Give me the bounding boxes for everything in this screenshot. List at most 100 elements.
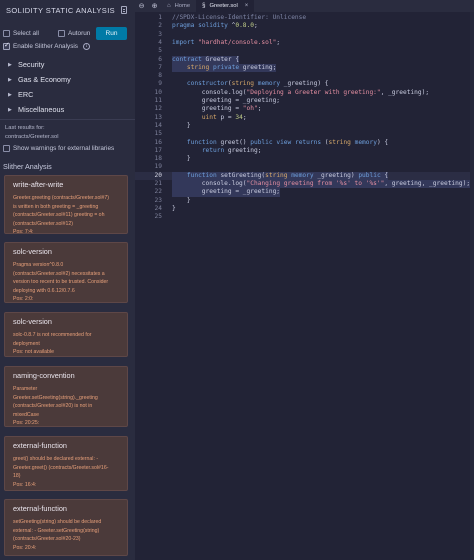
enable-slither-checkbox[interactable] <box>3 41 10 50</box>
code-line[interactable]: 8 <box>135 72 474 80</box>
code-line[interactable]: 25 <box>135 213 474 221</box>
code-line[interactable]: 4 import "hardhat/console.sol"; <box>135 39 474 47</box>
warning-line: setGreeting(string) should be declared <box>13 519 102 525</box>
code-line[interactable]: 12 greeting = "oh"; <box>135 105 474 113</box>
code-text: function setGreeting(string memory _gree… <box>172 171 389 180</box>
line-number: 12 <box>154 105 162 113</box>
code-line[interactable]: 24} <box>135 205 474 213</box>
file-icon: § <box>202 3 206 9</box>
warning-card[interactable]: external-function greet() should be decl… <box>4 436 128 491</box>
warning-card[interactable]: solc-version solc-0.8.7 is not recommend… <box>4 312 128 357</box>
show-warnings-label: Show warnings for external libraries <box>13 145 115 152</box>
code-text: constructor(string memory _greeting) { <box>186 80 329 88</box>
code-text: greeting = "oh"; <box>172 105 262 113</box>
caret-right-icon: ▶ <box>8 91 12 98</box>
code-line[interactable]: 10 console.log("Deploying a Greeter with… <box>135 89 474 97</box>
code-line[interactable]: 20 function setGreeting(string memory _g… <box>135 171 474 180</box>
run-button[interactable]: Run <box>96 27 127 40</box>
code-text: function greet() public view returns (st… <box>186 138 389 146</box>
code-line[interactable]: 14 } <box>135 122 474 130</box>
code-line[interactable]: 9 constructor(string memory _greeting) { <box>135 80 474 88</box>
info-icon[interactable]: i <box>83 43 91 50</box>
line-number: 6 <box>158 55 162 63</box>
warning-line: solc-0.8.7 is not recommended for <box>13 332 92 338</box>
code-line[interactable]: 1 //SPDX-License-Identifier: Unlicense <box>135 14 474 22</box>
warning-line: (contracts/Greeter.sol#20) is not in <box>13 403 93 410</box>
documentation-icon[interactable] <box>121 6 127 14</box>
code-line[interactable]: 18 } <box>135 155 474 163</box>
zoom-out-icon[interactable]: ⊖ <box>135 0 148 12</box>
caret-right-icon: ▶ <box>8 106 12 113</box>
caret-right-icon: ▶ <box>8 76 12 83</box>
code-text: uint p = 34; <box>201 113 247 121</box>
home-icon: ⌂ <box>167 3 171 9</box>
tab-greeter-sol[interactable]: § Greeter.sol × <box>196 0 255 12</box>
code-line[interactable]: 6 contract Greeter { <box>135 55 474 64</box>
category-miscellaneous[interactable]: ▶ Miscellaneous <box>8 102 71 117</box>
code-text: greeting = _greeting; <box>172 188 281 197</box>
enable-slither-row: Enable Slither Analysis i <box>3 41 91 50</box>
code-line[interactable]: 2 pragma solidity ^0.8.0; <box>135 22 474 30</box>
autorun-checkbox[interactable] <box>57 30 65 37</box>
warning-card[interactable]: solc-version Pragma version^0.8.0 (contr… <box>4 242 128 303</box>
code-text: //SPDX-License-Identifier: Unlicense <box>172 14 307 21</box>
category-label: Gas & Economy <box>18 75 71 84</box>
zoom-in-icon[interactable]: ⊕ <box>148 0 161 12</box>
caret-right-icon: ▶ <box>8 61 12 68</box>
code-line[interactable]: 13 uint p = 34; <box>135 114 474 122</box>
category-security[interactable]: ▶ Security <box>8 57 71 72</box>
slither-analysis-title: Slither Analysis <box>3 162 52 171</box>
line-number: 3 <box>158 30 162 38</box>
line-number: 25 <box>154 213 162 221</box>
line-number: 15 <box>154 130 162 138</box>
line-number: 19 <box>154 163 162 171</box>
code-line[interactable]: 5 <box>135 47 474 55</box>
warning-line: version too recent to be trusted. Consid… <box>13 279 109 286</box>
warning-body: setGreeting(string) should be declared e… <box>13 518 119 552</box>
warning-body: Parameter Greeter.setGreeting(string)._g… <box>13 385 119 428</box>
line-number: 16 <box>154 138 162 146</box>
line-number: 22 <box>154 188 162 196</box>
warning-card[interactable]: naming-convention Parameter Greeter.setG… <box>4 366 128 427</box>
last-results-file: contracts/Greeter.sol <box>5 134 59 140</box>
scrollbar[interactable] <box>470 12 474 560</box>
warning-line: Parameter <box>13 386 38 392</box>
category-gas-economy[interactable]: ▶ Gas & Economy <box>8 72 71 87</box>
warning-line: deployment <box>13 340 40 347</box>
close-icon[interactable]: × <box>245 3 249 9</box>
code-line[interactable]: 11 greeting = _greeting; <box>135 97 474 105</box>
select-all-checkbox[interactable] <box>3 30 10 37</box>
code-line[interactable]: 19 <box>135 163 474 171</box>
code-text: greeting = _greeting; <box>172 97 281 104</box>
line-number: 17 <box>154 146 162 154</box>
line-number: 14 <box>154 121 162 129</box>
category-erc[interactable]: ▶ ERC <box>8 87 71 102</box>
warning-line: (contracts/Greeter.sol#2) necessitates a <box>13 270 105 277</box>
select-all-label: Select all <box>13 30 39 37</box>
code-line[interactable]: 23 } <box>135 197 474 205</box>
warning-line: Greeter.greeting (contracts/Greeter.sol#… <box>13 195 110 201</box>
warning-card[interactable]: external-function setGreeting(string) sh… <box>4 499 128 556</box>
line-number: 23 <box>154 196 162 204</box>
show-warnings-checkbox[interactable] <box>3 145 10 152</box>
warning-line: Pos: 20:25: <box>13 420 40 427</box>
code-line[interactable]: 15 <box>135 130 474 138</box>
editor-tabbar: ⊖ ⊕ ⌂ Home § Greeter.sol × <box>135 0 474 12</box>
warning-card[interactable]: write-after-write Greeter.greeting (cont… <box>4 175 128 235</box>
code-line[interactable]: 7 string private greeting; <box>135 63 474 73</box>
show-warnings-row: Show warnings for external libraries <box>3 145 114 152</box>
warning-line: Pos: 2:0: <box>13 296 34 303</box>
line-number: 7 <box>158 63 162 71</box>
warning-line: (contracts/Greeter.sol#20-23) <box>13 536 81 543</box>
code-line[interactable]: 17 return greeting; <box>135 147 474 155</box>
code-line[interactable]: 16 function greet() public view returns … <box>135 139 474 147</box>
code-line[interactable]: 21 console.log("Changing greeting from '… <box>135 180 474 189</box>
warning-title: naming-convention <box>13 371 75 380</box>
code-text: } <box>172 204 176 212</box>
tab-home[interactable]: ⌂ Home <box>161 0 196 12</box>
line-number: 2 <box>158 22 162 30</box>
code-line[interactable]: 3 <box>135 31 474 39</box>
warning-line: (contracts/Greeter.sol#11) greeting = oh <box>13 212 105 219</box>
code-area[interactable]: 1 //SPDX-License-Identifier: Unlicense 2 pr… <box>135 12 474 560</box>
code-line[interactable]: 22 greeting = _greeting; <box>135 188 474 197</box>
